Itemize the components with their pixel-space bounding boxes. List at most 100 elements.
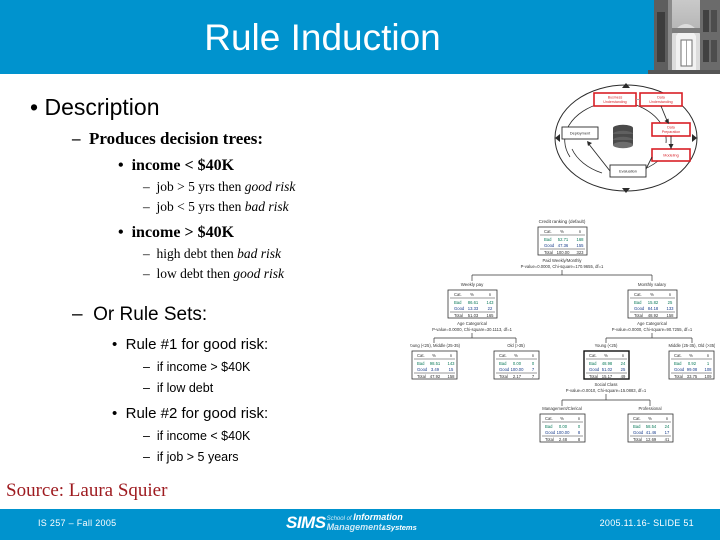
bullet-rule-2-condition-2: – if job > 5 years [143,450,420,465]
svg-text:0.00: 0.00 [513,361,522,366]
svg-text:15.82: 15.82 [648,300,659,305]
bullet-income-high: • income > $40K [118,223,420,242]
bullet-text: Produces decision trees: [89,128,264,148]
svg-text:13.33: 13.33 [468,306,479,311]
bullet-emphasis: bad risk [244,199,289,215]
bullet-rule-2-condition-1: – if income < $40K [143,429,420,444]
bullet-text: Description [44,94,160,120]
svg-text:%: % [470,292,474,297]
svg-text:100.00: 100.00 [511,367,524,372]
decision-tree-diagram: Credit ranking (default) Cat. % n Bad 52… [408,215,716,480]
source-credit: Source: Laura Squier [6,480,168,501]
svg-text:%: % [604,353,608,358]
svg-text:Good: Good [633,430,644,435]
svg-text:Cat.: Cat. [589,353,597,358]
bullet-marker: – [143,179,150,195]
bullet-income-low-rule-1: – job > 5 yrs then good risk [143,179,420,195]
svg-text:Professional: Professional [638,406,661,411]
svg-text:33.75: 33.75 [687,374,698,379]
svg-text:Good: Good [674,367,685,372]
svg-text:12.69: 12.69 [646,437,657,442]
svg-text:Bad: Bad [545,424,553,429]
svg-text:Old (>35): Old (>35) [507,343,525,348]
svg-text:41.46: 41.46 [646,430,657,435]
svg-text:41: 41 [665,437,670,442]
bullet-marker: • [112,404,118,422]
svg-text:24: 24 [665,424,670,429]
svg-text:Cat.: Cat. [634,292,642,297]
svg-text:47.92: 47.92 [430,374,441,379]
tree-node-monthly-old: Cat. % n Bad 0.92 1 Good 99.08 108 Total… [668,350,715,380]
svg-text:3.49: 3.49 [431,367,440,372]
svg-text:Understanding: Understanding [649,100,672,104]
tree-node-root: Cat. % n Bad 52.71 168 Good 47.36 155 To… [537,226,588,256]
bullet-rule-1: • Rule #1 for good risk: [112,336,420,354]
svg-text:51.03: 51.03 [468,313,479,318]
bullet-text: if job > 5 years [156,449,239,464]
svg-text:Bad: Bad [674,361,682,366]
svg-text:100.00: 100.00 [557,430,570,435]
tree-node-title: Credit ranking (default) [539,219,586,224]
bullet-marker: • [112,335,118,353]
svg-text:%: % [432,353,436,358]
bullet-marker: • [118,156,124,174]
svg-text:165: 165 [487,313,495,318]
tree-node-management-clerical: Cat. % n Bad 0.00 0 Good 100.00 8 Total … [539,413,586,443]
svg-text:%: % [514,353,518,358]
bullet-marker: – [143,380,150,395]
svg-text:Management/Clerical: Management/Clerical [542,406,582,411]
svg-text:P-value=0.0000, Chi-square=170: P-value=0.0000, Chi-square=170.9655, df=… [521,264,604,269]
bullet-income-low: • income < $40K [118,156,420,175]
svg-text:Good: Good [544,243,555,248]
slide-body: • Description – Produces decision trees:… [0,80,420,470]
svg-text:22: 22 [488,306,493,311]
svg-text:Good: Good [545,430,556,435]
svg-text:109: 109 [705,374,713,379]
svg-text:Evaluation: Evaluation [619,170,637,174]
svg-text:Total: Total [499,374,508,379]
bullet-description: • Description [30,94,420,122]
tree-node-weekly-young: Cat. % n Bad 98.51 143 Good 3.49 15 Tota… [411,350,458,380]
svg-text:15: 15 [449,367,454,372]
svg-text:%: % [560,416,564,421]
svg-text:0.92: 0.92 [688,361,697,366]
svg-text:P-value=0.0000, Chi-square=30.: P-value=0.0000, Chi-square=30.1113, df=1 [432,327,512,332]
svg-text:0.00: 0.00 [559,424,568,429]
svg-text:%: % [560,229,564,234]
svg-text:Cat.: Cat. [454,292,462,297]
bullet-text: if income < $40K [156,428,251,443]
svg-text:Deployment: Deployment [570,132,591,136]
bullet-text: income < $40K [131,156,235,174]
bullet-text: job < 5 yrs then [156,199,245,215]
svg-text:Good: Good [634,306,645,311]
svg-text:Modeling: Modeling [663,154,678,158]
svg-text:Cat.: Cat. [545,416,553,421]
svg-text:48.98: 48.98 [602,361,613,366]
svg-text:Good: Good [417,367,428,372]
svg-text:15.17: 15.17 [602,374,613,379]
sims-tagline-line1-big: Information [353,512,403,523]
svg-text:Total: Total [454,313,463,318]
svg-text:Age Categorical: Age Categorical [637,321,667,326]
bullet-text: Or Rule Sets: [93,304,208,326]
bullet-income-low-rule-2: – job < 5 yrs then bad risk [143,199,420,215]
bullet-income-high-rule-2: – low debt then good risk [143,266,420,282]
svg-text:Cat.: Cat. [417,353,425,358]
svg-text:%: % [648,416,652,421]
svg-text:Weekly pay: Weekly pay [461,282,484,287]
svg-text:Cat.: Cat. [544,229,552,234]
svg-text:143: 143 [487,300,495,305]
footer-slide-number: 2005.11.16- SLIDE 51 [599,518,694,528]
bullet-text: Rule #2 for good risk: [125,404,269,422]
svg-text:25: 25 [668,300,673,305]
svg-text:Preparation: Preparation [662,130,681,134]
bullet-text: if low debt [156,380,214,395]
svg-text:P-value=0.0000, Chi-square=90.: P-value=0.0000, Chi-square=90.7255, df=1 [612,327,693,332]
bullet-rule-1-condition-1: – if income > $40K [143,360,420,375]
svg-text:Cat.: Cat. [674,353,682,358]
svg-text:100.00: 100.00 [557,250,570,255]
corner-photo [648,0,720,74]
svg-text:Bad: Bad [633,424,641,429]
bullet-marker: – [143,449,150,464]
tree-node-weekly-old: Cat. % n Bad 0.00 0 Good 100.00 7 Total … [493,350,540,380]
